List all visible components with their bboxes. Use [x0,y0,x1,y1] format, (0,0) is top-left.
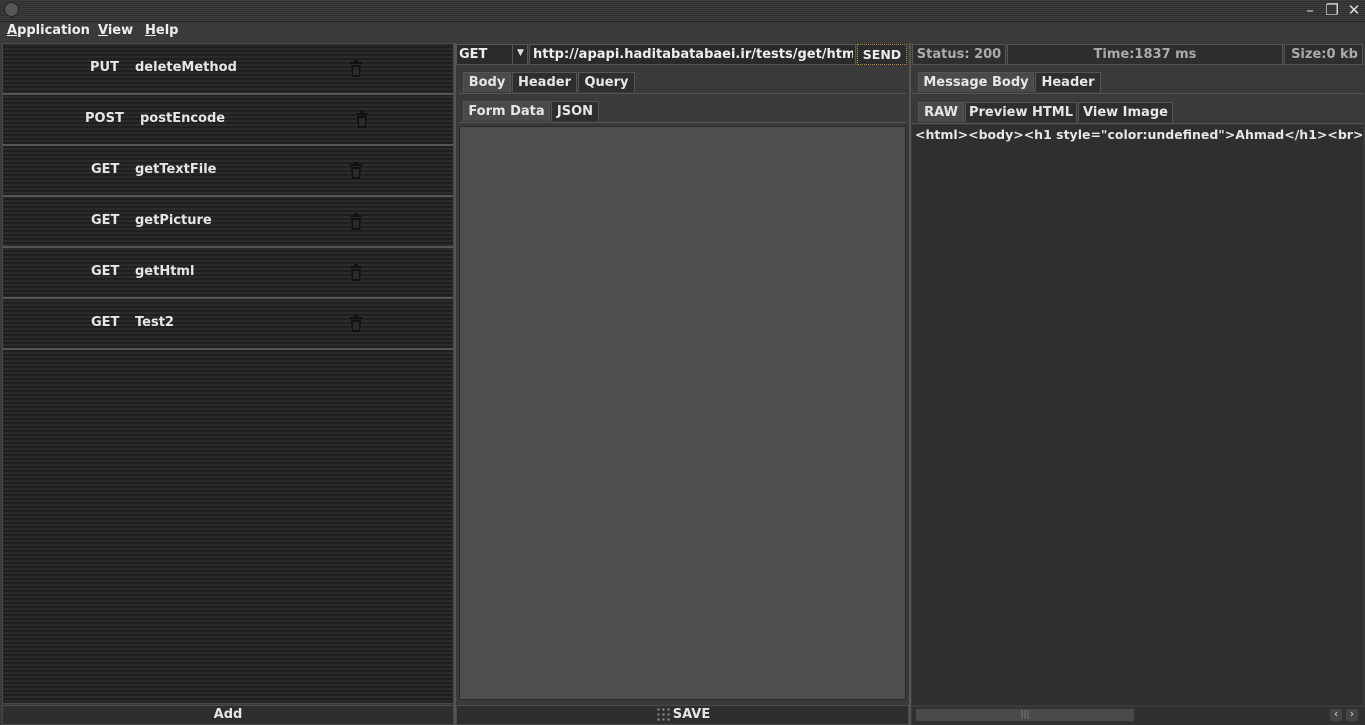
tab-preview-html[interactable]: Preview HTML [965,102,1077,122]
tab-form-data[interactable]: Form Data [463,101,550,121]
status-label: Status: 200 [912,44,1006,65]
save-button[interactable]: SAVE [456,705,909,725]
request-item[interactable]: GET Test2 [3,299,453,350]
request-method: GET [91,213,120,228]
request-item[interactable]: GET getPicture [3,197,453,248]
tab-query[interactable]: Query [578,72,635,92]
title-bar [0,0,1365,22]
trash-icon[interactable] [349,162,363,179]
request-item[interactable]: PUT deleteMethod [3,44,453,95]
request-item[interactable]: GET getHtml [3,248,453,299]
tab-body[interactable]: Body [463,72,511,92]
raw-response-panel[interactable] [912,125,1363,705]
tab-view-image[interactable]: View Image [1078,102,1173,122]
request-method: PUT [90,60,119,75]
time-label: Time:1837 ms [1007,44,1283,65]
tab-divider [459,122,906,123]
maximize-icon[interactable]: ❐ [1322,0,1342,20]
trash-icon[interactable] [355,111,369,128]
scroll-right-icon[interactable]: › [1345,708,1359,722]
menu-help[interactable]: Help [145,23,178,38]
url-input[interactable] [529,44,856,65]
tab-message-body[interactable]: Message Body [918,72,1034,92]
tab-header[interactable]: Header [512,72,577,92]
trash-icon[interactable] [349,315,363,332]
trash-icon[interactable] [349,60,363,77]
trash-icon[interactable] [349,213,363,230]
close-icon[interactable]: ✕ [1344,0,1364,20]
grid-icon [656,707,670,721]
request-name: postEncode [140,111,226,126]
scroll-left-icon[interactable]: ‹ [1329,708,1343,722]
split-divider[interactable] [909,43,911,725]
split-divider[interactable] [454,43,456,725]
request-list: PUT deleteMethod POST postEncode GET get… [2,43,454,704]
request-method: GET [91,264,120,279]
request-item[interactable]: POST postEncode [3,95,453,146]
tab-raw[interactable]: RAW [918,102,964,122]
minimize-icon[interactable]: – [1300,0,1320,20]
form-data-panel[interactable] [459,126,906,700]
request-item[interactable]: GET getTextFile [3,146,453,197]
menu-application[interactable]: Application [7,23,90,38]
chevron-down-icon[interactable]: ▼ [512,44,528,65]
tab-response-header[interactable]: Header [1035,72,1101,92]
tab-divider [459,93,906,94]
app-logo-icon [4,2,19,17]
request-method: GET [91,162,120,177]
raw-response-text: <html><body><h1 style="color:undefined">… [915,127,1362,142]
request-method: GET [91,315,120,330]
request-name: Test2 [135,315,174,330]
request-name: deleteMethod [135,60,237,75]
request-method: POST [85,111,124,126]
menu-view[interactable]: View [98,23,133,38]
request-name: getTextFile [135,162,217,177]
request-name: getHtml [135,264,195,279]
size-label: Size:0 kb [1284,44,1363,65]
trash-icon[interactable] [349,264,363,281]
tab-divider [912,93,1363,94]
add-request-button[interactable]: Add [2,705,454,725]
scrollbar-thumb[interactable]: ||| [915,708,1135,722]
tab-divider [912,123,1363,124]
request-name: getPicture [135,213,212,228]
send-button[interactable]: SEND [857,44,907,65]
menu-bar [0,22,1365,42]
tab-json[interactable]: JSON [551,101,599,121]
